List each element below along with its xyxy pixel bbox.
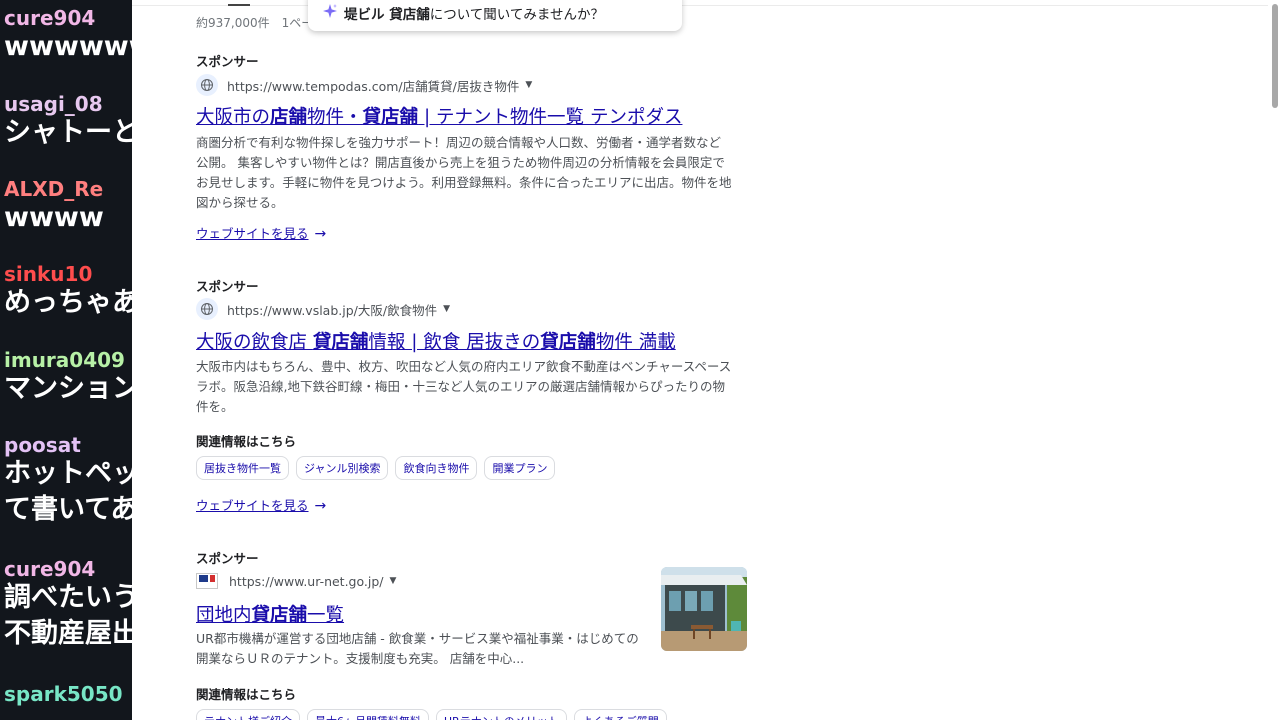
result-description: 商圏分析で有利な物件探しを強力サポート！周辺の競合情報や人口数、労働者・通学者数… xyxy=(196,133,736,213)
chat-overlay: cure904 wwwwwwwwww usagi_08 シャトーとか ALXD_… xyxy=(0,0,132,720)
chat-message: cure904 調べたいう 不動産屋出 xyxy=(4,558,132,652)
sparkle-icon xyxy=(323,4,337,18)
related-chip[interactable]: URテナントのメリット xyxy=(436,709,567,720)
description-line: 図から探せる。 xyxy=(196,195,284,210)
chat-message: spark5050 xyxy=(4,683,132,705)
chat-username: usagi_08 xyxy=(4,92,103,116)
result-url-row[interactable]: https://www.vslab.jp/大阪/飲食物件 ▼ xyxy=(196,298,450,320)
sponsored-label: スポンサー xyxy=(196,551,259,566)
visit-website-link[interactable]: ウェブサイトを見る → xyxy=(196,223,326,242)
globe-icon xyxy=(196,298,218,320)
title-segment: 情報 | 飲食 居抜きの xyxy=(368,332,541,353)
related-chip[interactable]: テナント様ご紹介 xyxy=(196,709,300,720)
description-line: 件を。 xyxy=(196,399,234,414)
result-title-link[interactable]: 団地内貸店舗一覧 xyxy=(196,601,344,627)
title-segment: 店舗 xyxy=(270,107,308,128)
description-line: お見せします。手軽に物件を見つけよう。利用登録無料。条件に合ったエリアに出店。物… xyxy=(196,175,732,190)
chat-message: cure904 wwwwwwwwww xyxy=(4,7,132,65)
chat-text-line2: て書いてあ xyxy=(4,494,132,525)
chat-username: cure904 xyxy=(4,557,96,581)
chat-text: マンション xyxy=(4,373,132,404)
related-chips: 居抜き物件一覧 ジャンル別検索 飲食向き物件 開業プラン xyxy=(196,456,556,480)
description-line: 大阪市内はもちろん、豊中、枚方、吹田など人気の府内エリア飲食不動産はベンチャース… xyxy=(196,359,732,374)
title-segment: 貸店舗 xyxy=(362,107,419,128)
chat-username: poosat xyxy=(4,433,81,457)
sponsored-label: スポンサー xyxy=(196,279,259,294)
description-line: 商圏分析で有利な物件探しを強力サポート！周辺の競合情報や人口数、労働者・通学者数… xyxy=(196,135,722,150)
related-chip[interactable]: 最大6ヶ月間賃料無料 xyxy=(307,709,429,720)
chat-username: ALXD_Re xyxy=(4,177,104,201)
result-url: https://www.vslab.jp/大阪/飲食物件 xyxy=(227,302,438,318)
chat-message: usagi_08 シャトーとか xyxy=(4,93,132,151)
chat-username: cure904 xyxy=(4,6,96,30)
related-chip[interactable]: よくあるご質問 xyxy=(573,709,667,720)
title-segment: 団地内 xyxy=(196,605,252,626)
ai-query-rest: について聞いてみませんか？ xyxy=(429,7,604,23)
chat-username: sinku10 xyxy=(4,262,93,286)
scrollbar-thumb[interactable] xyxy=(1272,4,1278,108)
result-thumbnail[interactable] xyxy=(661,567,747,651)
related-info-heading: 関連情報はこちら xyxy=(196,687,297,702)
arrow-right-icon: → xyxy=(314,498,327,514)
result-url-row[interactable]: https://www.ur-net.go.jp/ ▼ xyxy=(196,570,396,592)
related-chips: テナント様ご紹介最大6ヶ月間賃料無料 URテナントのメリットよくあるご質問 xyxy=(196,709,667,720)
sponsored-label: スポンサー xyxy=(196,54,259,69)
related-chip[interactable]: ジャンル別検索 xyxy=(296,456,389,480)
ai-query-bold: 堤ビル 貸店舗 xyxy=(344,7,430,23)
related-chip[interactable]: 居抜き物件一覧 xyxy=(196,456,289,480)
result-title-link[interactable]: 大阪市の店舗物件・貸店舗 | テナント物件一覧 テンポダス xyxy=(196,103,682,129)
chat-text: めっちゃあ xyxy=(4,287,132,318)
chat-text: ホットペッ xyxy=(4,458,132,489)
description-line: 公開。 集客しやすい物件とは？開店直後から売上を狙うため物件周辺の分析情報を会員… xyxy=(196,155,725,170)
chat-username: spark5050 xyxy=(4,682,123,706)
chevron-down-icon[interactable]: ▼ xyxy=(443,304,450,314)
chat-text: wwww xyxy=(4,202,104,233)
description-line: ラボ。阪急沿線,地下鉄谷町線・梅田・十三など人気のエリアの厳選店舗情報からぴった… xyxy=(196,379,725,394)
description-line: 開業ならＵＲのテナント。支援制度も充実。 店舗を中心... xyxy=(196,651,525,666)
result-url-row[interactable]: https://www.tempodas.com/店舗賃貸/居抜き物件 ▼ xyxy=(196,74,532,96)
globe-icon xyxy=(196,74,218,96)
title-segment: 貸店舗 xyxy=(251,605,308,626)
result-stats: 約937,000件 1ページ xyxy=(196,16,326,30)
description-line: UR都市機構が運営する団地店舗 - 飲食業・サービス業や福祉事業・はじめての xyxy=(196,631,639,646)
ai-suggestion-text: 堤ビル 貸店舗について聞いてみませんか？ xyxy=(344,3,604,23)
result-url: https://www.ur-net.go.jp/ xyxy=(229,573,384,589)
title-segment: | テナント物件一覧 テンポダス xyxy=(418,107,683,128)
search-results-page: 約937,000件 1ページ 堤ビル 貸店舗について聞いてみませんか？ スポンサ… xyxy=(132,0,1280,720)
related-chip[interactable]: 飲食向き物件 xyxy=(395,456,478,480)
result-title-link[interactable]: 大阪の飲食店 貸店舗情報 | 飲食 居抜きの貸店舗物件 満載 xyxy=(196,328,676,354)
chat-message: sinku10 めっちゃあ xyxy=(4,263,132,321)
title-segment: 貸店舗 xyxy=(540,332,596,353)
chat-text: wwwwwwwwww xyxy=(4,31,132,62)
chat-text: 調べたいう xyxy=(4,582,132,613)
chevron-down-icon[interactable]: ▼ xyxy=(525,80,532,90)
chat-text-line2: 不動産屋出 xyxy=(4,618,132,649)
visit-website-link[interactable]: ウェブサイトを見る → xyxy=(196,495,326,514)
title-segment: 貸店舗 xyxy=(312,332,369,353)
related-info-heading: 関連情報はこちら xyxy=(196,434,297,449)
related-chip[interactable]: 開業プラン xyxy=(484,456,556,480)
result-url: https://www.tempodas.com/店舗賃貸/居抜き物件 xyxy=(227,78,520,94)
header-divider xyxy=(132,5,1280,6)
title-segment: 物件 満載 xyxy=(595,332,676,353)
title-segment: 大阪の飲食店 xyxy=(196,332,313,353)
chevron-down-icon[interactable]: ▼ xyxy=(390,576,397,586)
active-tab-indicator xyxy=(228,4,250,6)
chat-message: poosat ホットペッ て書いてあ xyxy=(4,434,132,528)
chat-message: ALXD_Re wwww xyxy=(4,178,132,236)
chat-message: imura0409 マンション xyxy=(4,349,132,407)
chat-text: シャトーとか xyxy=(4,117,132,148)
result-description: UR都市機構が運営する団地店舗 - 飲食業・サービス業や福祉事業・はじめての 開業… xyxy=(196,629,656,669)
visit-website-label: ウェブサイトを見る xyxy=(196,226,309,241)
title-segment: 一覧 xyxy=(307,605,345,626)
ai-suggestion-banner[interactable]: 堤ビル 貸店舗について聞いてみませんか？ xyxy=(308,0,682,31)
title-segment: 物件・ xyxy=(307,107,363,128)
arrow-right-icon: → xyxy=(314,226,327,242)
result-description: 大阪市内はもちろん、豊中、枚方、吹田など人気の府内エリア飲食不動産はベンチャース… xyxy=(196,357,736,417)
chat-username: imura0409 xyxy=(4,348,125,372)
title-segment: 大阪市の xyxy=(196,107,271,128)
scrollbar[interactable] xyxy=(1268,0,1280,720)
ur-favicon-icon xyxy=(196,573,218,589)
visit-website-label: ウェブサイトを見る xyxy=(196,498,309,513)
